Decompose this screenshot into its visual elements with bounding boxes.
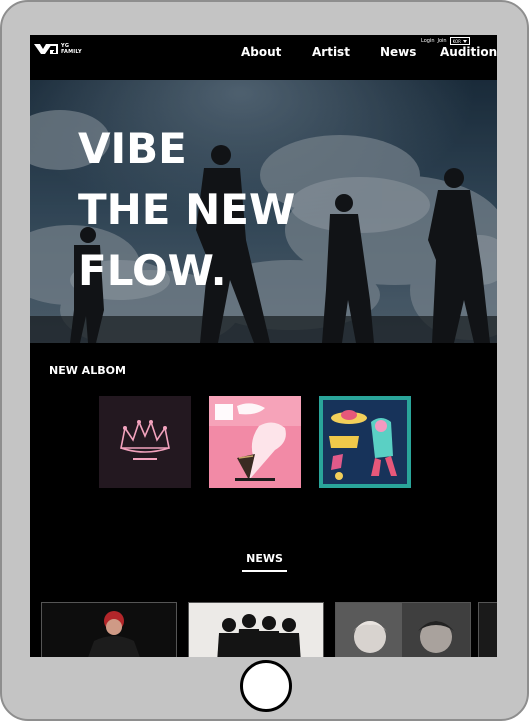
news-card-3[interactable]	[335, 602, 471, 657]
chevron-down-icon	[462, 39, 467, 43]
album-art-crown	[99, 396, 191, 488]
news-image-4	[479, 603, 497, 657]
album-art-ice-cream	[209, 396, 301, 488]
news-card-4-partial[interactable]	[478, 602, 497, 657]
browser-screen: YG FAMILY Login Join KOR About Artist Ne…	[30, 35, 497, 657]
news-card-1[interactable]	[41, 602, 177, 657]
album-cover-ice-cream[interactable]	[209, 396, 301, 488]
login-link[interactable]: Login	[421, 38, 435, 44]
album-art-alien	[319, 396, 411, 488]
album-cover-blackpink[interactable]	[99, 396, 191, 488]
news-image-1	[42, 603, 176, 657]
news-tab[interactable]: NEWS	[242, 552, 287, 565]
new-album-heading: NEW ALBOM	[49, 364, 126, 377]
main-nav: About Artist News Audition	[30, 45, 497, 59]
hero-headline: VIBE THE NEW FLOW.	[78, 118, 295, 301]
nav-artist[interactable]: Artist	[312, 45, 350, 59]
nav-audition[interactable]: Audition	[440, 45, 497, 59]
site-header: YG FAMILY Login Join KOR About Artist Ne…	[30, 35, 497, 80]
album-cover-alien[interactable]	[319, 396, 411, 488]
hero-line-3: FLOW.	[78, 246, 227, 295]
news-image-3	[336, 603, 470, 657]
news-image-2	[189, 603, 323, 657]
hero-line-1: VIBE	[78, 124, 187, 173]
language-value: KOR	[452, 38, 461, 44]
hero-banner: VIBE THE NEW FLOW.	[30, 80, 497, 343]
join-link[interactable]: Join	[438, 38, 447, 44]
news-underline	[242, 570, 287, 572]
home-button[interactable]	[240, 660, 292, 712]
news-card-2[interactable]	[188, 602, 324, 657]
language-select[interactable]: KOR	[449, 37, 470, 45]
nav-news[interactable]: News	[380, 45, 416, 59]
utility-links: Login Join KOR	[421, 37, 470, 45]
hero-line-2: THE NEW	[78, 185, 296, 234]
nav-about[interactable]: About	[241, 45, 281, 59]
